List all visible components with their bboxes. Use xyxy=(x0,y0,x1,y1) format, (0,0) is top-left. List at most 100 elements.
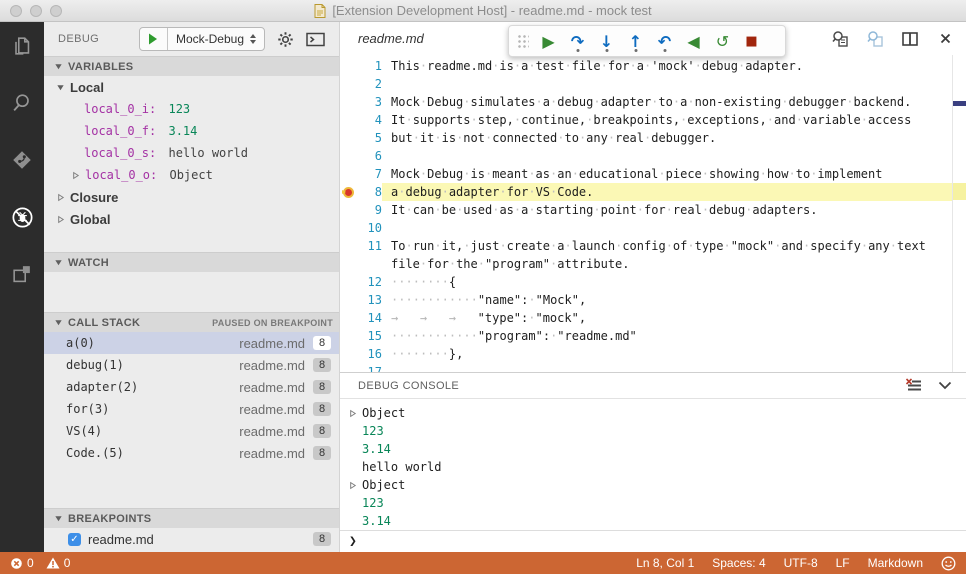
text-editor[interactable]: 1 This · readme.md · is · a · test · file · for · a ·'mo… xyxy=(340,55,966,372)
editor-line[interactable]: 17 xyxy=(340,363,952,372)
breakpoint-checkbox[interactable]: ✓ xyxy=(68,532,81,546)
variable-row[interactable]: local_0_i: 123 xyxy=(44,98,339,120)
editor-line[interactable]: 9 It · can · be · used · as · a · starting · point · for ·… xyxy=(340,201,952,219)
status-eol[interactable]: LF xyxy=(836,556,850,570)
debug-configuration-label: Mock-Debug xyxy=(175,32,244,46)
split-editor-icon[interactable] xyxy=(901,30,919,48)
stack-frame-row[interactable]: adapter(2) readme.md 8 xyxy=(44,376,339,398)
breakpoints-title: BREAKPOINTS xyxy=(68,512,152,525)
feedback-smiley-icon[interactable] xyxy=(941,556,956,571)
editor-line[interactable]: file · for · the · "program" · attribute. xyxy=(340,255,952,273)
chevron-down-icon[interactable] xyxy=(938,381,952,390)
breakpoint-current-line-icon[interactable] xyxy=(341,186,354,198)
editor-line[interactable]: 7 Mock · Debug · is · meant · as · an · educational · p… xyxy=(340,165,952,183)
watch-section-header[interactable]: WATCH xyxy=(44,252,339,272)
overview-ruler[interactable] xyxy=(952,55,966,372)
line-text xyxy=(382,147,952,165)
editor-line[interactable]: 4 It · supports · step, · continue, · breakpoints… xyxy=(340,111,952,129)
debug-icon[interactable] xyxy=(9,204,35,230)
editor-line[interactable]: 6 xyxy=(340,147,952,165)
editor-line[interactable]: 2 xyxy=(340,75,952,93)
variable-row[interactable]: local_0_o: Object xyxy=(44,164,339,186)
stack-frame-row[interactable]: a(0) readme.md 8 xyxy=(44,332,339,354)
breakpoint-row[interactable]: ✓ readme.md 8 xyxy=(44,528,339,550)
close-window-button[interactable] xyxy=(10,5,22,17)
configure-gear-icon[interactable] xyxy=(275,29,295,49)
error-warning-indicator[interactable]: 0 xyxy=(10,556,34,570)
console-row[interactable]: 123 xyxy=(340,422,966,440)
editor-line[interactable]: 15 · · · · · · · · · · · · "program": · "readme.md" xyxy=(340,327,952,345)
variable-row[interactable]: local_0_f: 3.14 xyxy=(44,120,339,142)
clear-console-icon[interactable] xyxy=(905,378,922,393)
editor-line[interactable]: 14 → → → "type": · "mock", xyxy=(340,309,952,327)
stack-frame-row[interactable]: Code.(5) readme.md 8 xyxy=(44,442,339,464)
frame-file: readme.md xyxy=(239,401,305,417)
open-debug-console-icon[interactable] xyxy=(305,29,325,49)
toolbar-drag-handle-icon[interactable] xyxy=(516,33,529,49)
twisty-expanded-icon xyxy=(55,320,62,326)
editor-line[interactable]: 13 · · · · · · · · · · · · "name": · "Mock", xyxy=(340,291,952,309)
status-language-mode[interactable]: Markdown xyxy=(868,556,923,570)
explorer-icon[interactable] xyxy=(9,33,35,59)
editor-line[interactable]: 16 · · · · · · · ·}, xyxy=(340,345,952,363)
start-debug-button[interactable] xyxy=(140,28,168,50)
twisty-collapsed-icon[interactable] xyxy=(56,193,65,202)
scope-row[interactable]: Closure xyxy=(44,186,339,208)
console-row[interactable]: Object xyxy=(340,404,966,422)
extensions-icon[interactable] xyxy=(9,261,35,287)
step-over-button[interactable]: ↷ xyxy=(563,27,592,55)
twisty-collapsed-icon[interactable] xyxy=(348,481,357,490)
editor-line[interactable]: 8 a · debug · adapter · for · VS · Code. xyxy=(340,183,952,201)
console-row[interactable]: 123 xyxy=(340,494,966,512)
close-icon[interactable] xyxy=(936,30,954,48)
console-input[interactable]: ❯ xyxy=(340,530,966,552)
scope-row[interactable]: Local xyxy=(44,76,339,98)
twisty-collapsed-icon[interactable] xyxy=(56,215,65,224)
open-preview-to-side-icon[interactable] xyxy=(866,30,884,48)
variables-section-header[interactable]: VARIABLES xyxy=(44,56,339,76)
stack-frame-row[interactable]: for(3) readme.md 8 xyxy=(44,398,339,420)
panel-title[interactable]: DEBUG CONSOLE xyxy=(358,380,459,392)
console-row[interactable]: hello world xyxy=(340,458,966,476)
editor-line[interactable]: 1 This · readme.md · is · a · test · file · for · a ·'mo… xyxy=(340,57,952,75)
twisty-collapsed-icon[interactable] xyxy=(348,409,357,418)
editor-line[interactable]: 3 Mock · Debug · simulates · a · debug · adapter · to… xyxy=(340,93,952,111)
line-number: 12 xyxy=(367,275,382,289)
editor-line[interactable]: 5 but · it · is · not · connected · to · any · real · deb… xyxy=(340,129,952,147)
debug-configuration-dropdown[interactable]: Mock-Debug xyxy=(168,32,264,46)
restart-button[interactable]: ↺ xyxy=(708,27,737,55)
editor-line[interactable]: 10 xyxy=(340,219,952,237)
minimize-window-button[interactable] xyxy=(30,5,42,17)
continue-button[interactable]: ▶ xyxy=(534,27,563,55)
editor-line[interactable]: 12 · · · · · · · ·{ xyxy=(340,273,952,291)
frame-function: for(3) xyxy=(66,402,110,416)
search-icon[interactable] xyxy=(9,90,35,116)
status-cursor-position[interactable]: Ln 8, Col 1 xyxy=(636,556,694,570)
breakpoints-section-header[interactable]: BREAKPOINTS xyxy=(44,508,339,528)
reverse-continue-button[interactable]: ◀ xyxy=(679,27,708,55)
status-indentation[interactable]: Spaces: 4 xyxy=(712,556,765,570)
glyph-margin[interactable] xyxy=(340,186,356,198)
twisty-collapsed-icon[interactable] xyxy=(71,171,80,180)
step-out-button[interactable]: ↑ xyxy=(621,27,650,55)
console-row[interactable]: 3.14 xyxy=(340,512,966,530)
twisty-expanded-icon[interactable] xyxy=(56,83,65,92)
console-row[interactable]: Object xyxy=(340,476,966,494)
call-stack-section-header[interactable]: CALL STACK PAUSED ON BREAKPOINT xyxy=(44,312,339,332)
scope-label: Local xyxy=(70,79,104,95)
step-into-button[interactable]: ↓ xyxy=(592,27,621,55)
stack-frame-row[interactable]: debug(1) readme.md 8 xyxy=(44,354,339,376)
editor-line[interactable]: 11 To · run · it, · just · create · a · launch · config… xyxy=(340,237,952,255)
stack-frame-row[interactable]: VS(4) readme.md 8 xyxy=(44,420,339,442)
stop-button[interactable]: ■ xyxy=(737,27,766,55)
open-preview-icon[interactable] xyxy=(831,30,849,48)
markdown-file-icon xyxy=(314,3,326,18)
tab-readme[interactable]: readme.md xyxy=(358,31,424,46)
step-back-button[interactable]: ↶ xyxy=(650,27,679,55)
console-row[interactable]: 3.14 xyxy=(340,440,966,458)
zoom-window-button[interactable] xyxy=(50,5,62,17)
status-encoding[interactable]: UTF-8 xyxy=(784,556,818,570)
variable-row[interactable]: local_0_s: hello world xyxy=(44,142,339,164)
scope-row[interactable]: Global xyxy=(44,208,339,230)
source-control-icon[interactable] xyxy=(9,147,35,173)
